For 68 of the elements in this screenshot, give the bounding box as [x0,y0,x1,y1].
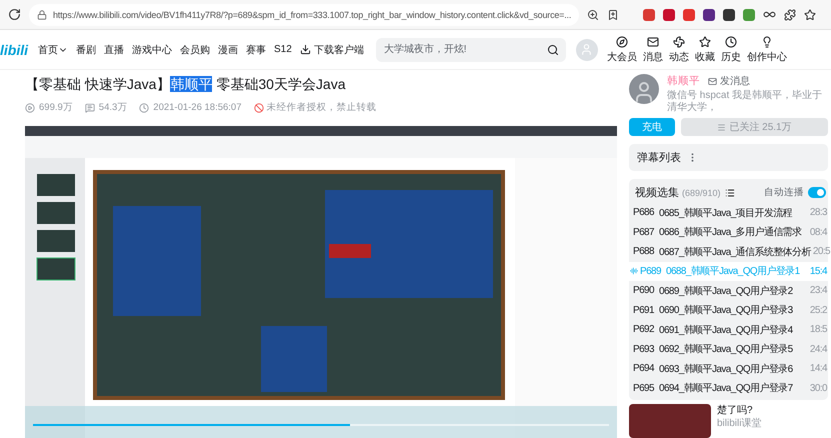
recommended-video-title[interactable]: 楚了吗? [717,405,762,417]
video-stat: 2021-01-26 18:56:07 [153,102,242,113]
playlist-item[interactable]: P691 0690_韩顺平Java_QQ用户登录3 25:2 [629,300,828,320]
playlist-item[interactable]: P692 0691_韩顺平Java_QQ用户登录4 18:5 [629,320,828,340]
date-icon [139,102,150,112]
search-field[interactable]: 大学城夜市，开炫! [376,38,566,62]
playlist-item[interactable]: P687 0686_韩顺平Java_多用户通信需求 08:4 [629,222,828,242]
nav-action[interactable]: 历史 [720,36,741,64]
thumbnail-placeholder[interactable] [629,404,711,438]
copyright-notice: 未经作者授权，禁止转载 [266,101,376,114]
video-stat: 54.3万 [98,101,128,114]
zoom-icon[interactable] [587,8,600,20]
user-icon [580,43,594,56]
playlist-item[interactable]: P695 0694_韩顺平Java_QQ用户登录7 30:0 [629,378,828,398]
nav-link[interactable]: 会员购 [180,42,210,56]
nav-action[interactable]: 收藏 [694,36,715,64]
uploader-bio: 微信号 hspcat 我是韩顺平，毕业于清华大学， [667,90,824,114]
video-stat: 699.9万 [39,101,73,114]
download-icon[interactable] [300,44,311,55]
nav-link[interactable]: 漫画 [218,42,238,56]
nav-link[interactable]: S12 [274,44,292,55]
nav-link[interactable]: 游戏中心 [132,42,172,56]
send-message-link[interactable]: 发消息 [708,74,750,88]
lock-icon [37,10,47,20]
playlist-title: 视频选集 [635,186,679,200]
danmaku-list-title[interactable]: 弹幕列表 [637,150,681,165]
nav-action[interactable]: 动态 [668,36,689,64]
favorite-icon[interactable] [698,36,711,48]
nav-link[interactable]: 首页 [38,42,68,56]
playlist-item[interactable]: P693 0692_韩顺平Java_QQ用户登录5 24:4 [629,340,828,359]
playlist-item[interactable]: P694 0693_韩顺平Java_QQ用户登录6 14:4 [629,359,828,378]
playlist-count: (689/910) [682,188,721,198]
uploader-avatar[interactable] [629,74,659,104]
mail-icon[interactable] [708,76,717,86]
prohibited-icon [254,102,264,112]
playing-icon [630,267,638,276]
vip-icon[interactable] [616,36,628,48]
dynamic-icon[interactable] [672,36,685,48]
nav-action[interactable]: 消息 [642,36,663,64]
extension-icon[interactable] [703,8,716,20]
video-title: 【零基础 快速学Java】韩顺平 零基础30天学会Java [25,76,347,94]
extensions-icon[interactable] [784,8,796,20]
autoplay-label: 自动连播 [764,186,804,199]
reload-icon[interactable] [8,8,21,21]
creator-icon[interactable] [760,36,773,48]
download-client-link[interactable]: 下载客户端 [300,42,364,56]
nav-action[interactable]: 大会员 [606,36,637,64]
history-icon[interactable] [724,36,737,48]
views-icon [25,102,35,112]
playlist-item[interactable]: P690 0689_韩顺平Java_QQ用户登录2 23:4 [629,281,828,300]
nav-link[interactable]: 直播 [104,42,124,56]
autoplay-toggle[interactable] [808,187,826,198]
playlist-item[interactable]: P686 0685_韩顺平Java_项目开发流程 28:3 [629,203,828,222]
favorites-icon[interactable] [804,8,816,20]
danmaku-icon [84,102,95,112]
playlist-item[interactable]: P688 0687_韩顺平Java_通信系统整体分析 20:5 [629,242,828,262]
nav-link[interactable]: 赛事 [246,42,266,56]
search-icon[interactable] [546,44,559,56]
bookmark-icon[interactable] [607,8,620,20]
recommended-video-author: bilibili课堂 [717,418,762,430]
address-bar[interactable]: https://www.bilibili.com/video/BV1fh411y7R8/?p=689&spm_id_from=333.1007.top_right_bar_window_history.content.click&vd_source=... [29,4,580,26]
nav-link[interactable]: 番剧 [76,42,96,56]
url-text: https://www.bilibili.com/video/BV1fh411y7R8/?p=689&spm_id_from=333.1007.top_right_bar_window_history.content.click&vd_source=... [53,10,572,20]
message-icon[interactable] [646,36,659,48]
menu-icon [717,122,726,132]
extension-icon[interactable] [723,8,736,20]
extension-icon[interactable] [663,8,676,20]
nav-action[interactable]: 创作中心 [746,36,787,64]
